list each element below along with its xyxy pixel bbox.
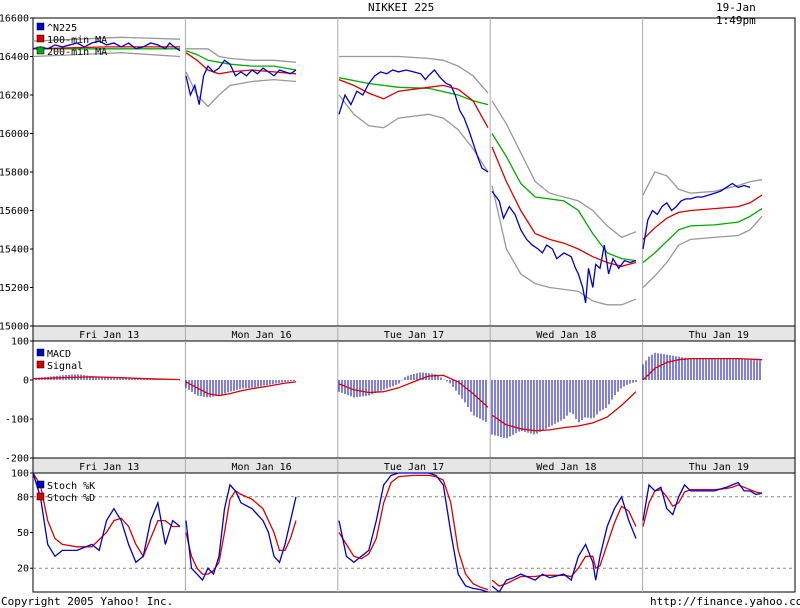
price-line-4 xyxy=(491,190,637,304)
day-label-4: Wed Jan 18 xyxy=(536,462,596,473)
stoch-axis-tick-label: 100 xyxy=(11,469,29,480)
price-axis-tick-label: 15600 xyxy=(0,206,29,217)
price-axis-tick-label: 15200 xyxy=(0,283,29,294)
ma200-line-3 xyxy=(338,77,489,106)
stoch-d-line-3 xyxy=(338,474,489,591)
price-legend-label-3: 200-min MA xyxy=(47,47,107,58)
stoch-legend-label-1: Stoch %K xyxy=(47,481,95,492)
macd-signal-line-2 xyxy=(185,381,297,397)
stoch-legend-swatch-2 xyxy=(36,492,45,501)
stoch-k-line-5 xyxy=(642,481,763,521)
macd-axis-tick-label: -200 xyxy=(5,454,29,465)
price-axis-tick-label: 16600 xyxy=(0,14,29,25)
ma200-line-5 xyxy=(642,208,763,264)
price-axis-tick-label: 15000 xyxy=(0,322,29,333)
price-axis-tick-label: 15800 xyxy=(0,168,29,179)
price-axis-tick-label: 16000 xyxy=(0,129,29,140)
day-label-1: Fri Jan 13 xyxy=(79,462,139,473)
stoch-axis-tick-label: 80 xyxy=(17,492,29,503)
price-legend-swatch-2 xyxy=(36,34,45,43)
stoch-k-line-4 xyxy=(491,495,637,593)
lower-band-2 xyxy=(185,71,297,108)
lower-band-3 xyxy=(338,94,489,173)
stoch-axis-tick-label: 20 xyxy=(17,564,29,575)
price-panel-frame xyxy=(32,17,796,327)
day-label-3: Tue Jan 17 xyxy=(384,330,444,341)
upper-band-2 xyxy=(186,48,297,63)
stoch-legend-label-2: Stoch %D xyxy=(47,493,95,504)
copyright-text: Copyright 2005 Yahoo! Inc. xyxy=(1,595,174,608)
macd-axis-tick-label: -100 xyxy=(5,415,29,426)
macd-legend-label-1: MACD xyxy=(47,349,71,360)
macd-signal-line-3 xyxy=(338,374,489,408)
macd-legend-swatch-2 xyxy=(36,360,45,369)
day-label-5: Thu Jan 19 xyxy=(689,330,749,341)
price-line-3 xyxy=(338,69,489,173)
upper-band-5 xyxy=(642,171,763,196)
price-axis-tick-label: 16200 xyxy=(0,91,29,102)
price-legend-label-2: 100-min MA xyxy=(47,35,107,46)
chart-canvas: 15000 15200 15400 15600 15800 16000 16200 16400… xyxy=(0,14,796,593)
price-axis-tick-label: 16400 xyxy=(0,52,29,63)
stoch-panel-frame xyxy=(32,472,796,593)
day-label-3: Tue Jan 17 xyxy=(384,462,444,473)
price-axis-tick-label: 15400 xyxy=(0,245,29,256)
macd-legend-label-2: Signal xyxy=(47,361,83,372)
price-legend-swatch-1 xyxy=(36,22,45,31)
source-link[interactable]: http://finance.yahoo.com/ xyxy=(650,595,800,608)
price-legend-label-1: ^N225 xyxy=(47,23,77,34)
ma100-line-4 xyxy=(491,146,637,267)
macd-axis-tick-label: 100 xyxy=(11,337,29,348)
macd-signal-line-1 xyxy=(32,376,181,381)
day-label-4: Wed Jan 18 xyxy=(536,330,596,341)
lower-band-5 xyxy=(642,215,763,288)
price-legend-swatch-3 xyxy=(36,46,45,55)
macd-panel-frame xyxy=(32,340,796,459)
day-label-5: Thu Jan 19 xyxy=(689,462,749,473)
stoch-k-line-2 xyxy=(185,483,297,582)
macd-axis-tick-label: 0 xyxy=(23,376,29,387)
day-label-2: Mon Jan 16 xyxy=(231,330,291,341)
stoch-legend-swatch-1 xyxy=(36,480,45,489)
lower-band-4 xyxy=(491,185,637,306)
stoch-axis-tick-label: 50 xyxy=(17,528,29,539)
day-label-2: Mon Jan 16 xyxy=(231,462,291,473)
macd-legend-swatch-1 xyxy=(36,348,45,357)
day-label-1: Fri Jan 13 xyxy=(79,330,139,341)
